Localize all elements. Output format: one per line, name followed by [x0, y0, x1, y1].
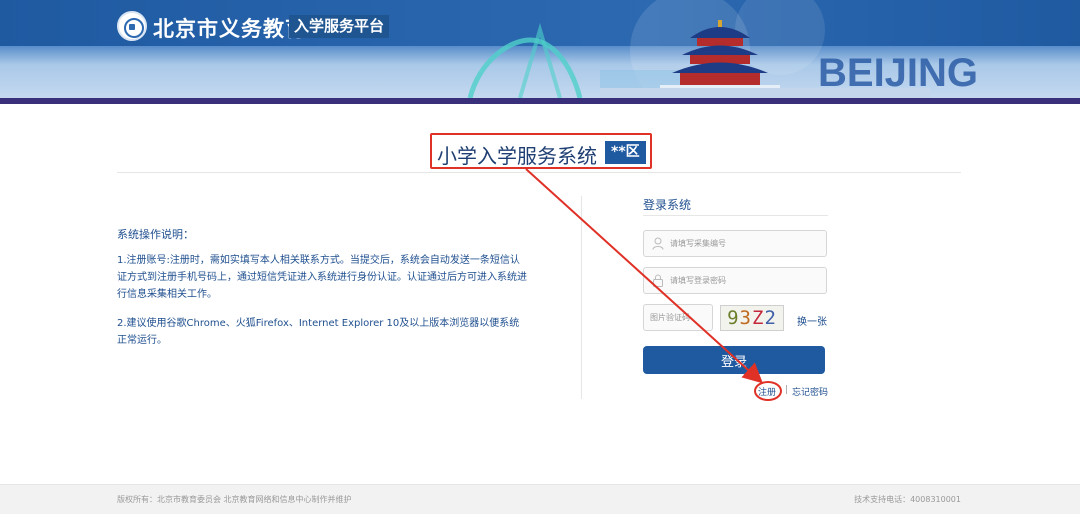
instructions-list: 1.注册账号:注册时，需如实填写本人相关联系方式。当提交后，系统会自动发送一条短…	[117, 252, 527, 361]
title-divider	[117, 172, 961, 173]
footer: 版权所有：北京市教育委员会 北京教育网络和信息中心制作并维护 技术支持电话：40…	[0, 484, 1080, 514]
captcha-char: Z	[752, 307, 765, 329]
support-phone: 技术支持电话：4008310001	[854, 495, 961, 504]
login-title: 登录系统	[643, 198, 692, 212]
instruction-item: 1.注册账号:注册时，需如实填写本人相关联系方式。当提交后，系统会自动发送一条短…	[117, 255, 527, 300]
password-field[interactable]	[643, 267, 827, 294]
captcha-char: 3	[739, 307, 752, 329]
header-divider	[0, 98, 1080, 104]
lock-icon	[653, 274, 663, 287]
refresh-captcha-link[interactable]: 换一张	[797, 313, 827, 328]
forgot-password-link[interactable]: 忘记密码	[792, 385, 828, 398]
link-separator: |	[785, 385, 789, 395]
login-divider	[643, 215, 828, 216]
brand-title: 北京市义务教育	[153, 17, 307, 41]
system-title-block: 小学入学服务系统 **区	[430, 133, 652, 169]
account-field[interactable]	[643, 230, 827, 257]
instruction-item: 2.建议使用谷歌Chrome、火狐Firefox、Internet Explor…	[117, 318, 520, 346]
captcha-input[interactable]	[650, 305, 710, 330]
banner-beijing-text: BEIJING	[818, 51, 978, 95]
instructions-title: 系统操作说明：	[117, 228, 194, 241]
account-input[interactable]	[670, 231, 820, 256]
district-badge: **区	[605, 141, 646, 164]
register-link[interactable]: 注册	[758, 385, 776, 398]
captcha-field[interactable]	[643, 304, 713, 331]
education-logo-icon	[117, 11, 147, 41]
system-title: 小学入学服务系统	[437, 144, 597, 168]
captcha-char: 9	[727, 307, 740, 329]
captcha-char: 2	[764, 307, 777, 329]
captcha-image[interactable]: 93Z2	[720, 305, 784, 331]
user-icon	[652, 237, 664, 250]
beijing-skyline-illustration: BEIJING	[467, 0, 978, 98]
brand-subtitle: 入学服务平台	[289, 15, 390, 38]
password-input[interactable]	[670, 268, 820, 293]
login-button[interactable]: 登录	[643, 346, 825, 374]
copyright-text: 版权所有：北京市教育委员会 北京教育网络和信息中心制作并维护	[117, 495, 352, 504]
header-banner: BEIJING 北京市义务教育 入学服务平台	[0, 0, 1080, 104]
vertical-divider	[581, 196, 582, 399]
